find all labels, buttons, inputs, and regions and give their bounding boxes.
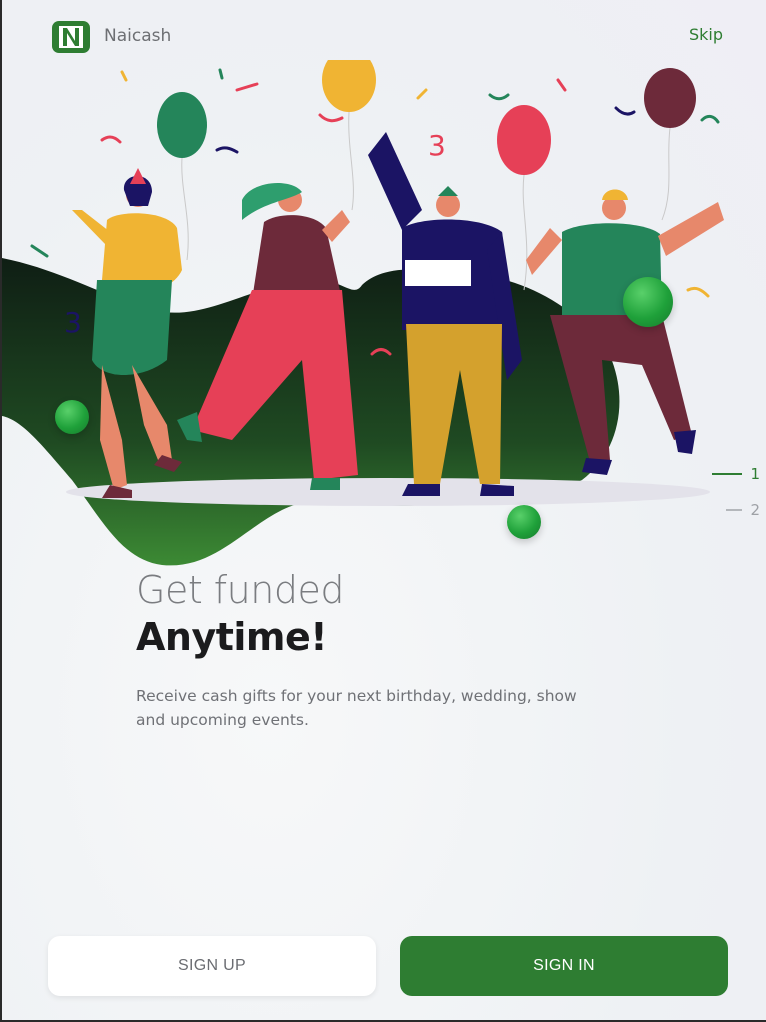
inactive-line-icon [726, 509, 743, 511]
skip-button[interactable]: Skip [689, 25, 723, 44]
app-name: Naicash [104, 26, 172, 46]
app-logo [52, 21, 90, 53]
svg-text:3: 3 [428, 129, 446, 162]
decoration-ball-icon [55, 400, 89, 434]
page-indicator-label: 1 [750, 465, 760, 483]
sign-in-button[interactable]: SIGN IN [400, 936, 728, 996]
decoration-ball-icon [507, 505, 541, 539]
onboarding-screen: Naicash Skip 3 3 1 2 Get funded Anytime!… [0, 0, 766, 1022]
headline-bold: Anytime! [136, 615, 328, 659]
page-indicator: 1 2 [712, 464, 760, 536]
headline-light: Get funded [136, 568, 344, 612]
description-text: Receive cash gifts for your next birthda… [136, 687, 577, 729]
logo-n-icon [59, 26, 83, 48]
page-indicator-label: 2 [750, 501, 760, 519]
active-line-icon [712, 473, 743, 475]
page-indicator-item-1[interactable]: 1 [712, 464, 760, 484]
sign-up-button[interactable]: SIGN UP [48, 936, 376, 996]
svg-text:3: 3 [64, 306, 82, 339]
decoration-ball-icon [623, 277, 673, 327]
page-indicator-item-2[interactable]: 2 [712, 500, 760, 520]
